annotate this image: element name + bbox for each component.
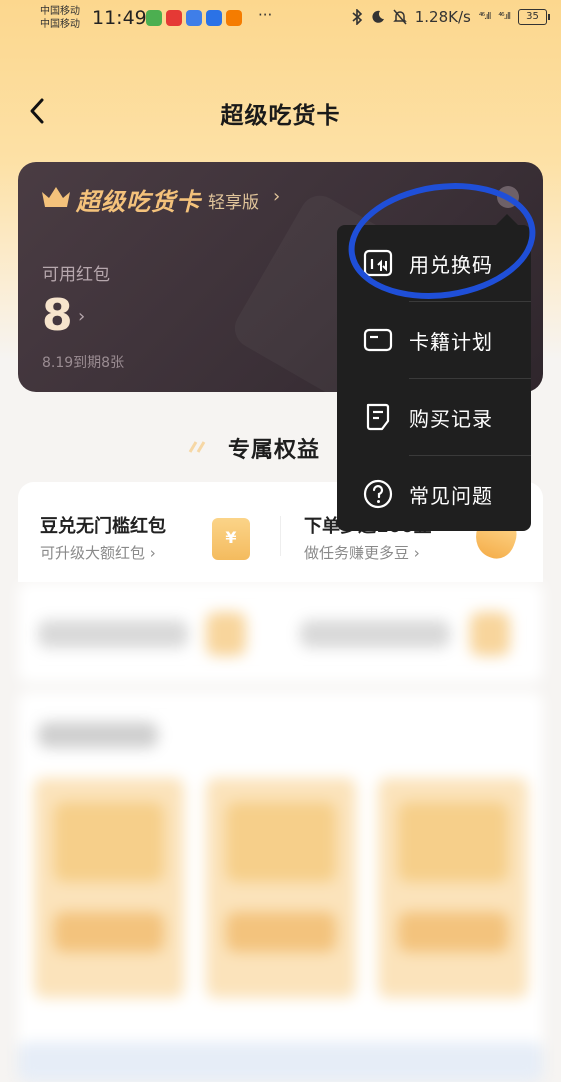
card-tier[interactable]: 轻享版 xyxy=(208,188,259,213)
carrier-2: 中国移动 xyxy=(40,19,80,30)
status-bar: 中国移动 中国移动 11:49 ··· 1.28K/s ⁴⁶.ıll ⁴⁶.ıl… xyxy=(0,0,561,36)
benefit-subtitle[interactable]: 可升级大额红包 › xyxy=(40,542,156,563)
app-notification-icon xyxy=(186,10,202,26)
red-packet-icon: ¥ xyxy=(212,518,250,560)
available-redpacket-count[interactable]: 8 xyxy=(42,290,73,341)
menu-item-label: 卡籍计划 xyxy=(409,330,493,354)
battery-icon: 35 xyxy=(518,9,550,25)
wechat-icon xyxy=(146,10,162,26)
available-redpacket-label: 可用红包 xyxy=(42,265,110,285)
card-brand: 超级吃货卡 xyxy=(76,188,201,216)
signal-2-icon: ⁴⁶.ıll xyxy=(498,12,511,22)
menu-item-label: 购买记录 xyxy=(409,407,493,431)
mute-bell-icon xyxy=(392,9,407,25)
status-app-icons xyxy=(146,10,242,26)
section-title: 专属权益 xyxy=(228,438,321,463)
menu-item-faq[interactable]: 常见问题 xyxy=(337,456,531,531)
section-decoration-icon xyxy=(188,441,206,453)
expire-text: 8.19到期8张 xyxy=(42,355,125,371)
chevron-right-icon: › xyxy=(78,306,86,327)
carrier-info: 中国移动 中国移动 xyxy=(40,5,80,31)
card-plan-icon xyxy=(363,328,393,352)
moon-icon xyxy=(372,10,384,23)
carrier-1: 中国移动 xyxy=(40,6,80,17)
divider xyxy=(280,516,281,556)
menu-item-purchase-record[interactable]: 购买记录 xyxy=(337,379,531,455)
benefit-subtitle[interactable]: 做任务赚更多豆 › xyxy=(304,542,420,563)
signal-1-icon: ⁴⁶.ıll xyxy=(478,12,492,22)
app-notification-icon xyxy=(166,10,182,26)
purchase-record-icon xyxy=(366,403,390,431)
blurred-content xyxy=(0,582,561,1082)
network-speed: 1.28K/s xyxy=(414,8,471,26)
app-notification-icon xyxy=(206,10,222,26)
page-title: 超级吃货卡 xyxy=(220,103,341,129)
status-time: 11:49 xyxy=(92,7,147,29)
menu-item-card-plan[interactable]: 卡籍计划 xyxy=(337,302,531,378)
crown-icon xyxy=(42,187,70,207)
benefit-title[interactable]: 豆兑无门槛红包 xyxy=(40,512,166,538)
bluetooth-icon xyxy=(352,9,362,25)
menu-item-label: 常见问题 xyxy=(409,484,493,508)
more-notifications-icon: ··· xyxy=(258,6,273,24)
app-notification-icon xyxy=(226,10,242,26)
chevron-right-icon: › xyxy=(273,186,281,207)
faq-icon xyxy=(363,479,393,509)
